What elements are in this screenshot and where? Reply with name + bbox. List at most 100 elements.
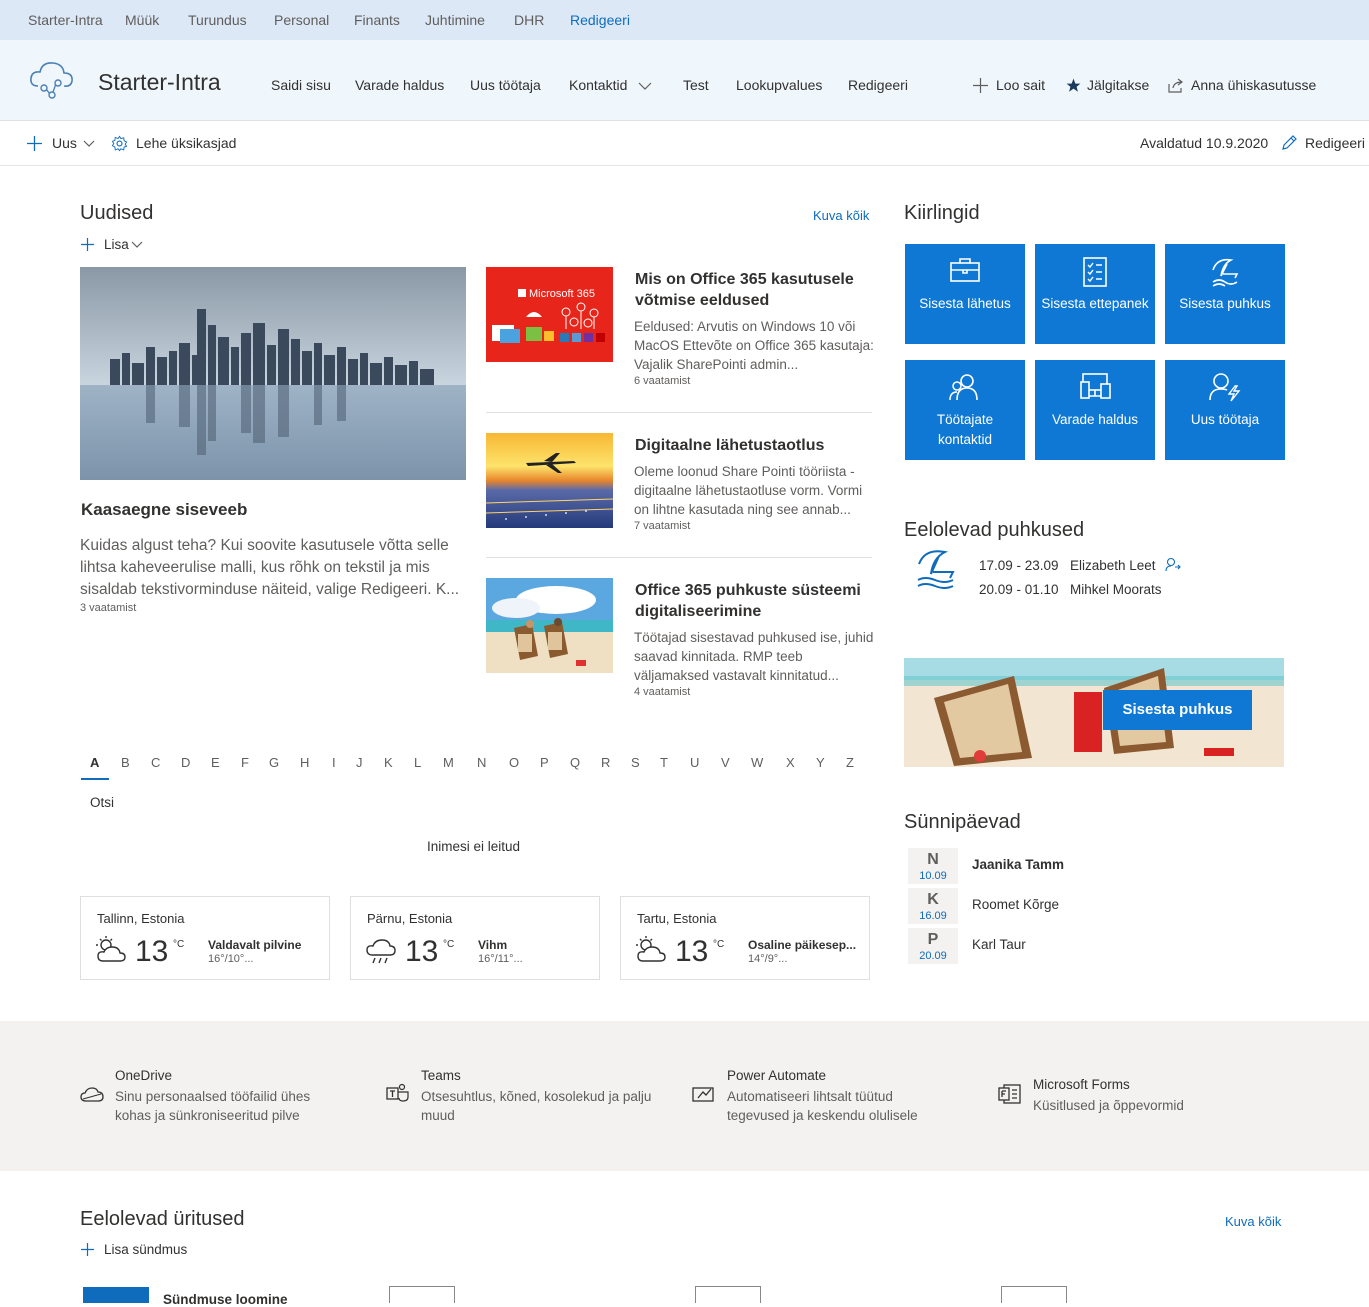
birthday-date-badge: P 20.09	[908, 928, 958, 964]
site-nav-saidi-sisu[interactable]: Saidi sisu	[271, 77, 331, 93]
letter-filter-x[interactable]: X	[786, 755, 795, 770]
app-tile-power-automate[interactable]: Power Automate Automatiseeri lihtsalt tü…	[727, 1066, 947, 1125]
letter-filter-u[interactable]: U	[690, 755, 699, 770]
hero-news-title[interactable]: Kaasaegne siseveeb	[81, 500, 247, 520]
holiday-dates: 20.09 - 01.10	[979, 582, 1059, 597]
app-tile-microsoft-forms[interactable]: Microsoft Forms Küsitlused ja õppevormid	[1033, 1075, 1253, 1115]
news-item[interactable]: Microsoft 365 Mis on Office 365 kasutuse…	[486, 267, 874, 397]
birthday-person-name[interactable]: Karl Taur	[972, 937, 1026, 952]
site-logo-icon[interactable]	[28, 58, 76, 100]
weather-range: 16°/11°...	[478, 953, 523, 965]
quicklink-tile[interactable]: Töötajate kontaktid	[905, 360, 1025, 460]
directory-search-tab[interactable]: Otsi	[90, 795, 114, 810]
news-item-title[interactable]: Digitaalne lähetustaotlus	[635, 435, 872, 456]
event-date-card[interactable]	[695, 1286, 761, 1303]
app-title: Microsoft Forms	[1033, 1077, 1130, 1092]
letter-filter-r[interactable]: R	[601, 755, 610, 770]
letter-filter-l[interactable]: L	[414, 755, 421, 770]
hub-nav-juhtimine[interactable]: Juhtimine	[425, 12, 485, 28]
new-button[interactable]: Uus	[52, 135, 77, 151]
chevron-down-icon[interactable]	[131, 241, 143, 248]
chevron-down-icon[interactable]	[83, 140, 95, 147]
letter-filter-g[interactable]: G	[269, 755, 279, 770]
letter-filter-p[interactable]: P	[540, 755, 549, 770]
site-nav-lookupvalues[interactable]: Lookupvalues	[736, 77, 822, 93]
weather-card[interactable]: Tartu, Estonia 13 °C Osaline päikesep...…	[620, 896, 870, 980]
weather-unit: °C	[443, 939, 455, 950]
hub-nav-finants[interactable]: Finants	[354, 12, 400, 28]
vacation-banner-button[interactable]: Sisesta puhkus	[1103, 690, 1252, 730]
chevron-down-icon[interactable]	[638, 82, 652, 90]
quicklink-tile[interactable]: Sisesta lähetus	[905, 244, 1025, 344]
letter-filter-q[interactable]: Q	[570, 755, 580, 770]
letter-filter-t[interactable]: T	[660, 755, 668, 770]
letter-filter-e[interactable]: E	[211, 755, 220, 770]
letter-filter-c[interactable]: C	[151, 755, 160, 770]
add-event-button[interactable]: Lisa sündmus	[104, 1242, 187, 1257]
weather-card[interactable]: Tallinn, Estonia 13 °C Valdavalt pilvine…	[80, 896, 330, 980]
letter-filter-w[interactable]: W	[751, 755, 763, 770]
hub-nav-personal[interactable]: Personal	[274, 12, 329, 28]
letter-filter-a[interactable]: A	[90, 755, 99, 770]
share-button[interactable]: Anna ühiskasutusse	[1191, 77, 1316, 93]
birthday-person-name[interactable]: Jaanika Tamm	[972, 857, 1064, 872]
app-tile-onedrive[interactable]: OneDrive Sinu personaalsed tööfailid ühe…	[115, 1066, 330, 1125]
birthday-weekday: K	[927, 891, 939, 908]
weather-card[interactable]: Pärnu, Estonia 13 °C Vihm 16°/11°...	[350, 896, 600, 980]
hub-nav-edit-link[interactable]: Redigeeri	[570, 12, 630, 28]
letter-filter-j[interactable]: J	[356, 755, 363, 770]
apps-band: OneDrive Sinu personaalsed tööfailid ühe…	[0, 1021, 1369, 1171]
letter-filter-s[interactable]: S	[631, 755, 640, 770]
birthday-date-badge: N 10.09	[908, 848, 958, 884]
letter-filter-b[interactable]: B	[121, 755, 130, 770]
news-item[interactable]: Office 365 puhkuste süsteemi digitalisee…	[486, 578, 873, 708]
letter-filter-h[interactable]: H	[300, 755, 309, 770]
add-news-button[interactable]: Lisa	[104, 237, 129, 252]
hub-nav-muuk[interactable]: Müük	[125, 12, 159, 28]
news-item-title[interactable]: Mis on Office 365 kasutusele võtmise eel…	[635, 269, 872, 311]
site-nav-uus-tootaja[interactable]: Uus töötaja	[470, 77, 541, 93]
quicklink-tile[interactable]: Sisesta ettepanek	[1035, 244, 1155, 344]
edit-page-button[interactable]: Redigeeri	[1305, 135, 1365, 151]
person-swap-icon[interactable]	[1165, 557, 1181, 572]
quicklink-label: Uus töötaja	[1190, 412, 1260, 427]
beach-umbrella-icon	[1212, 258, 1239, 287]
hub-nav-starter-intra[interactable]: Starter-Intra	[28, 12, 103, 28]
site-nav-test[interactable]: Test	[683, 77, 709, 93]
news-see-all-link[interactable]: Kuva kõik	[813, 208, 869, 223]
letter-filter-k[interactable]: K	[384, 755, 393, 770]
news-item[interactable]: Digitaalne lähetustaotlus Oleme loonud S…	[486, 433, 872, 563]
hub-nav-dhr[interactable]: DHR	[514, 12, 544, 28]
site-nav-kontaktid[interactable]: Kontaktid	[569, 77, 627, 93]
site-title[interactable]: Starter-Intra	[98, 69, 221, 96]
create-site-button[interactable]: Loo sait	[996, 77, 1045, 93]
site-nav-edit-link[interactable]: Redigeeri	[848, 77, 908, 93]
event-card[interactable]	[83, 1287, 149, 1303]
quicklink-tile[interactable]: Sisesta puhkus	[1165, 244, 1285, 344]
site-nav-varade-haldus[interactable]: Varade haldus	[355, 77, 444, 93]
event-date-card[interactable]	[389, 1286, 455, 1303]
weather-range: 14°/9°...	[748, 953, 788, 965]
letter-filter-n[interactable]: N	[477, 755, 486, 770]
birthday-person-name[interactable]: Roomet Kõrge	[972, 897, 1059, 912]
page-details-button[interactable]: Lehe üksikasjad	[136, 135, 236, 151]
letter-filter-m[interactable]: M	[443, 755, 454, 770]
events-see-all-link[interactable]: Kuva kõik	[1225, 1214, 1281, 1229]
quicklink-tile[interactable]: Varade haldus	[1035, 360, 1155, 460]
letter-filter-f[interactable]: F	[241, 755, 249, 770]
partly-sunny-icon	[636, 936, 666, 962]
event-date-card[interactable]	[1001, 1286, 1067, 1303]
hero-news-card[interactable]: Kaasaegne siseveeb Kuidas algust teha? K…	[80, 267, 466, 617]
letter-filter-y[interactable]: Y	[816, 755, 825, 770]
app-tile-teams[interactable]: Teams Otsesuhtlus, kõned, kosolekud ja p…	[421, 1066, 666, 1125]
following-button[interactable]: Jälgitakse	[1087, 77, 1149, 93]
letter-filter-v[interactable]: V	[721, 755, 730, 770]
news-item-title[interactable]: Office 365 puhkuste süsteemi digitalisee…	[635, 580, 872, 622]
letter-filter-d[interactable]: D	[181, 755, 190, 770]
hub-nav-turundus[interactable]: Turundus	[188, 12, 247, 28]
letter-filter-z[interactable]: Z	[846, 755, 854, 770]
letter-filter-o[interactable]: O	[509, 755, 519, 770]
letter-filter-i[interactable]: I	[332, 755, 336, 770]
quicklink-tile[interactable]: Uus töötaja	[1165, 360, 1285, 460]
event-title[interactable]: Sündmuse loomine	[163, 1292, 288, 1307]
